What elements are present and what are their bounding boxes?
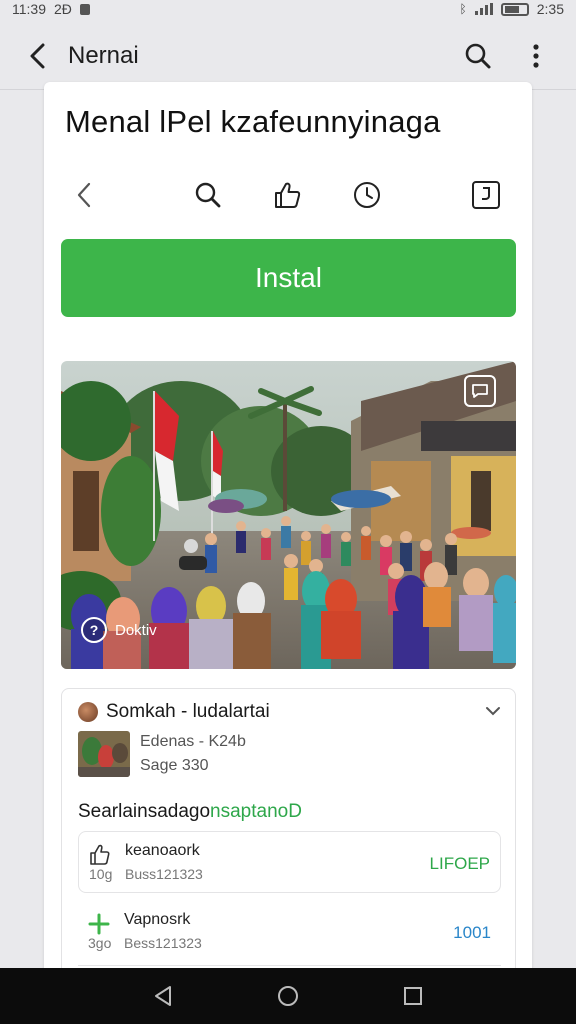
stat-label: Vapnosrk [124,911,191,928]
notification-icon [79,3,90,15]
bluetooth-icon: ᛒ [459,2,467,16]
developer-meta-1: Edenas - K24b [140,733,246,750]
section-label-accent: nsaptanoD [210,801,302,822]
back-button[interactable] [20,38,56,74]
expand-button[interactable] [485,703,501,721]
toolbar-back-button[interactable] [62,172,106,218]
developer-name: Somkah - ludalartai [106,701,270,722]
status-right: ᛒ 2:35 [460,1,564,17]
search-button[interactable] [458,36,498,76]
search-icon [195,182,221,208]
comment-icon[interactable] [464,375,496,407]
badge-logo-icon: ? [81,617,107,643]
more-vertical-icon [533,43,539,68]
thumbs-up-icon [90,844,110,865]
toolbar-search-button[interactable] [186,172,230,218]
stat-value: LIFOEP [429,854,490,873]
triangle-back-icon [154,986,171,1006]
status-time: 11:39 [12,1,46,17]
search-icon [465,43,491,68]
square-recents-icon [404,987,423,1005]
stat-row-1[interactable]: keanoaork 10g Buss121323 LIFOEP [78,831,501,893]
chevron-left-icon [30,43,45,68]
stat-sub: 10g [89,866,113,882]
status-clock: 2:35 [536,1,564,17]
install-button[interactable]: Instal [61,239,516,317]
page-title: Menal lPel kzafeunnyinaga [65,104,441,139]
nav-home-button[interactable] [268,976,308,1016]
developer-row[interactable]: Somkah - ludalartai [78,701,270,723]
hero-badge: ? Doktiv [81,617,157,643]
status-carrier: 2Ð [54,1,72,17]
hero-badge-text: Doktiv [115,621,157,639]
section-label: SearlainsadagonsaptanoD [78,801,302,823]
stat-detail: Buss121323 [125,866,203,882]
stat-sub: 3go [88,935,112,951]
clock-icon [354,182,380,208]
stat-row-2[interactable]: Vapnosrk 3go Bess121323 1001 [78,901,501,963]
chevron-left-icon [77,182,91,208]
app-detail-card: Menal lPel kzafeunnyinaga Instal ? Dokti… [44,82,532,982]
chevron-down-icon [486,707,500,716]
developer-meta-2: Sage 330 [140,757,209,774]
app-thumbnail [78,731,130,777]
plus-icon [88,913,110,935]
battery-icon [500,2,529,16]
stat-label: keanoaork [125,842,200,859]
thumbs-up-icon [275,182,301,208]
more-options-button[interactable] [516,36,556,76]
nav-recents-button[interactable] [393,976,433,1016]
toolbar-history-button[interactable] [345,172,389,218]
stat-detail: Bess121323 [124,935,202,951]
divider [78,965,501,966]
frame-icon [472,181,500,209]
nav-back-button[interactable] [143,976,183,1016]
avatar [78,702,98,722]
app-bar: Nernai [0,22,576,90]
toolbar-like-button[interactable] [265,172,309,218]
action-toolbar [62,172,518,218]
signal-icon [474,3,493,15]
section-label-main: Searlainsadago [78,801,211,822]
circle-home-icon [277,986,298,1006]
app-bar-title: Nernai [68,41,139,69]
system-nav-bar [0,968,576,1024]
stat-value: 1001 [453,923,491,942]
details-panel: Somkah - ludalartai Edenas - K24b Sage 3… [61,688,516,982]
status-bar: 11:39 2Ð ᛒ 2:35 [0,0,576,18]
status-left: 11:39 2Ð [12,1,90,17]
hero-image[interactable]: ? Doktiv [61,361,516,669]
toolbar-frame-button[interactable] [464,172,508,218]
